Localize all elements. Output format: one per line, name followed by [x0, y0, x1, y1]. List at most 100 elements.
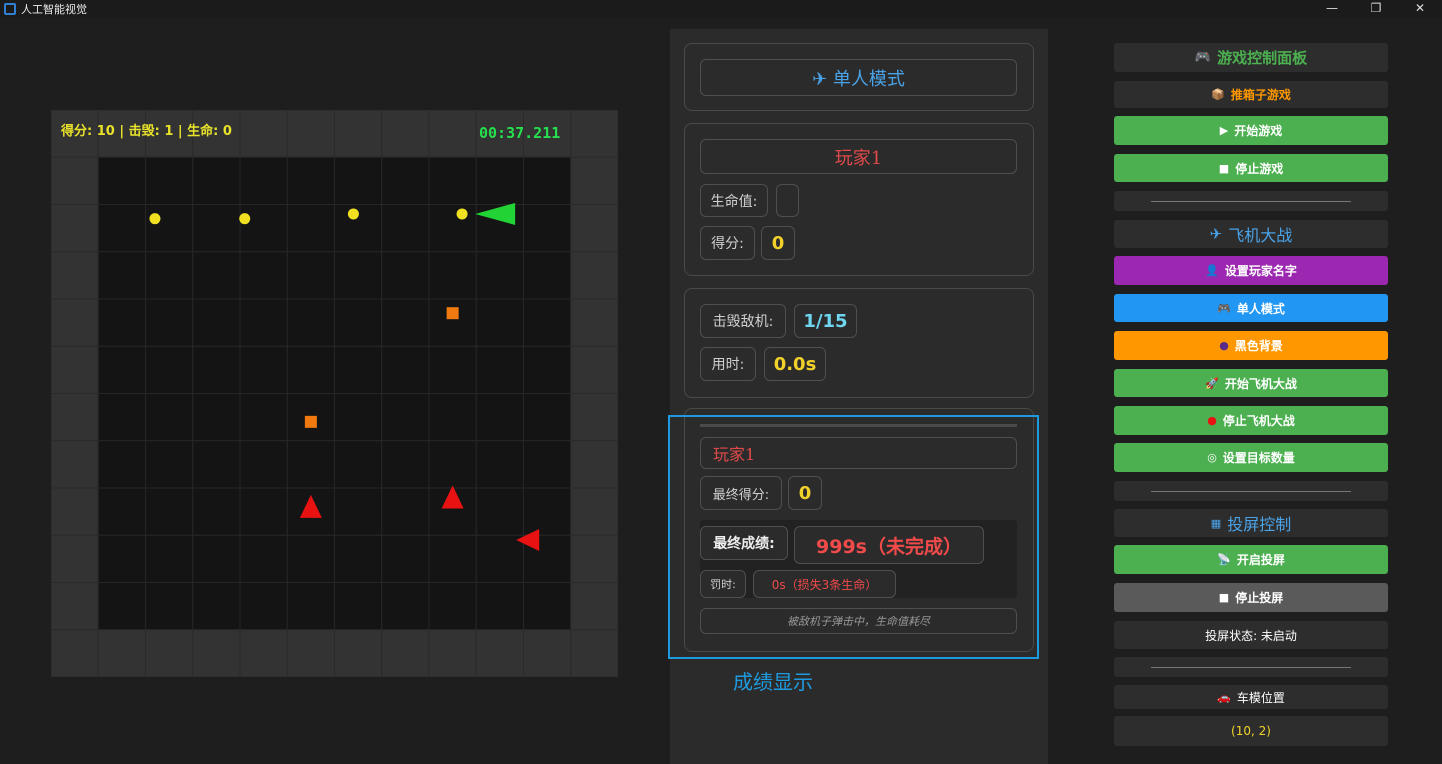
- board-cell: [97, 534, 146, 583]
- board-cell: [286, 345, 335, 394]
- start-plane-war-button[interactable]: 🚀 开始飞机大战: [1114, 369, 1388, 397]
- board-cell: [192, 298, 241, 347]
- board-cell: [381, 251, 430, 300]
- board-cell: [428, 393, 477, 442]
- board-cell: [334, 393, 383, 442]
- stop-icon: ■: [1218, 591, 1230, 604]
- close-button[interactable]: ✕: [1398, 0, 1442, 18]
- board-cell: [239, 110, 288, 158]
- start-cast-label: 开启投屏: [1236, 553, 1285, 567]
- board-cell: [475, 393, 524, 442]
- board-cell: [523, 393, 572, 442]
- set-target-count-button[interactable]: ◎ 设置目标数量: [1114, 443, 1388, 472]
- time-value: 0.0s: [773, 353, 817, 375]
- board-cell: [97, 204, 146, 253]
- board-cell: [239, 440, 288, 489]
- stop-game-button[interactable]: ■ 停止游戏: [1114, 154, 1388, 182]
- board-cell: [239, 393, 288, 442]
- board-cell: [381, 393, 430, 442]
- board-cell: [334, 298, 383, 347]
- stop-cast-button[interactable]: ■ 停止投屏: [1114, 583, 1388, 612]
- time-label: 用时:: [711, 357, 745, 373]
- board-cell: [286, 534, 335, 583]
- board-cell: [334, 629, 383, 677]
- board-cell: [523, 440, 572, 489]
- bullet: [456, 208, 468, 220]
- stop-cast-label: 停止投屏: [1235, 591, 1284, 605]
- restore-button[interactable]: ❐: [1354, 0, 1398, 18]
- player-name: 玩家1: [834, 147, 883, 169]
- board-cell: [381, 298, 430, 347]
- black-bg-label: 黑色背景: [1234, 339, 1283, 353]
- red-dot-icon: ●: [1207, 414, 1217, 427]
- minimize-button[interactable]: —: [1310, 0, 1354, 18]
- result-highlight-frame: [668, 415, 1039, 659]
- circle-icon: ●: [1219, 339, 1229, 352]
- board-cell: [475, 298, 524, 347]
- hud-timer: 00:37.211: [479, 124, 561, 142]
- start-game-button[interactable]: ▶ 开始游戏: [1114, 116, 1388, 145]
- plane-war-header: ✈ 飞机大战: [1114, 220, 1388, 248]
- board-cell: [97, 156, 146, 205]
- car-position-header: 🚗 车模位置: [1114, 685, 1388, 709]
- board-cell: [381, 534, 430, 583]
- cast-status: 投屏状态: 未启动: [1114, 621, 1388, 649]
- board-cell: [192, 345, 241, 394]
- board-cell: [381, 440, 430, 489]
- app-icon: [4, 3, 16, 15]
- black-bg-button[interactable]: ● 黑色背景: [1114, 331, 1388, 360]
- board-cell: [145, 345, 194, 394]
- cast-status-text: 投屏状态: 未启动: [1205, 628, 1297, 643]
- stop-plane-war-button[interactable]: ● 停止飞机大战: [1114, 406, 1388, 435]
- board-cell: [381, 629, 430, 677]
- score-value-box: 0: [761, 226, 795, 260]
- time-label-box: 用时:: [700, 347, 756, 381]
- title-bar: 人工智能视觉 — ❐ ✕: [0, 0, 1442, 18]
- board-cell: [192, 487, 241, 536]
- hp-label-box: 生命值:: [700, 184, 768, 217]
- result-caption: 成绩显示: [733, 670, 813, 694]
- board-cell: [523, 298, 572, 347]
- separator-2: [1114, 481, 1388, 501]
- set-target-count-label: 设置目标数量: [1222, 451, 1295, 465]
- bullet: [149, 213, 161, 225]
- board-cell: [334, 440, 383, 489]
- board-cell: [51, 534, 99, 583]
- single-mode-button[interactable]: 🎮 单人模式: [1114, 294, 1388, 322]
- board-cell: [97, 629, 146, 677]
- car-icon: 🚗: [1217, 690, 1231, 704]
- set-player-name-button[interactable]: 👤 设置玩家名字: [1114, 256, 1388, 285]
- game-board: [51, 110, 618, 677]
- board-cell: [381, 487, 430, 536]
- board-cell: [145, 393, 194, 442]
- start-plane-war-label: 开始飞机大战: [1224, 376, 1297, 391]
- board-cell: [570, 298, 618, 347]
- separator-1: [1114, 191, 1388, 211]
- game-grid: [51, 110, 618, 677]
- stop-plane-war-label: 停止飞机大战: [1222, 414, 1295, 428]
- target-icon: ◎: [1207, 451, 1217, 464]
- board-cell: [192, 393, 241, 442]
- board-cell: [428, 534, 477, 583]
- board-cell: [475, 534, 524, 583]
- board-cell: [286, 110, 335, 158]
- board-cell: [428, 582, 477, 631]
- board-cell: [428, 298, 477, 347]
- board-cell: [145, 298, 194, 347]
- board-cell: [570, 440, 618, 489]
- board-cell: [381, 345, 430, 394]
- gamepad-icon: 🎮: [1217, 301, 1231, 315]
- start-cast-button[interactable]: 📡 开启投屏: [1114, 545, 1388, 574]
- board-cell: [192, 629, 241, 677]
- board-cell: [239, 534, 288, 583]
- board-cell: [51, 156, 99, 205]
- board-cell: [239, 582, 288, 631]
- score-value: 0: [771, 232, 785, 254]
- kills-label: 击毁敌机:: [712, 314, 774, 330]
- board-cell: [145, 251, 194, 300]
- sokoban-title: 推箱子游戏: [1230, 88, 1291, 102]
- board-cell: [570, 156, 618, 205]
- board-cell: [428, 204, 477, 253]
- window-title: 人工智能视觉: [21, 3, 87, 16]
- board-cell: [334, 345, 383, 394]
